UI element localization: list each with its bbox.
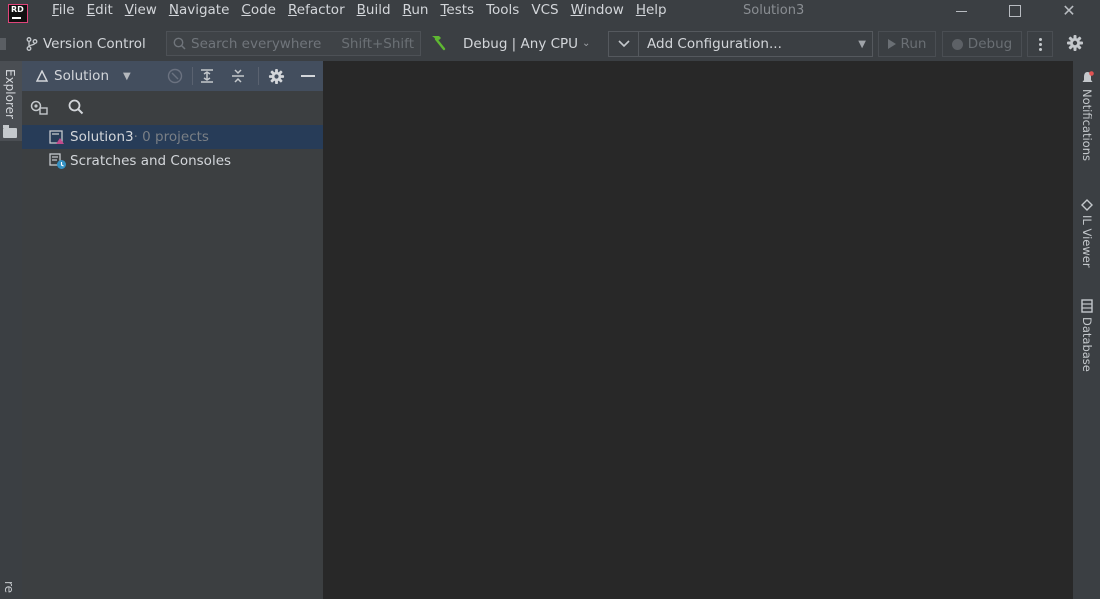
run-button[interactable]: Run (878, 31, 936, 57)
menu-navigate[interactable]: Navigate (163, 0, 236, 26)
version-control-label: Version Control (43, 35, 146, 52)
menu-edit[interactable]: Edit (81, 0, 119, 26)
search-everywhere-input[interactable]: Search everywhere Shift+Shift (166, 31, 421, 56)
menu-help[interactable]: Help (630, 0, 673, 26)
chevron-down-icon: ⌄ (582, 38, 591, 49)
panel-title: Solution (54, 68, 109, 84)
menu-bar: File Edit View Navigate Code Refactor Bu… (46, 0, 673, 26)
window-title: Solution3 (743, 3, 805, 18)
tree-item-label: Scratches and Consoles (70, 153, 232, 169)
toolbar-separator (258, 67, 259, 85)
left-tool-strip: Explorer re (0, 61, 22, 599)
panel-subtoolbar (22, 91, 323, 123)
menu-view[interactable]: View (119, 0, 163, 26)
bug-icon (951, 38, 963, 50)
tree-item-solution[interactable]: Solution3 · 0 projects (22, 125, 323, 149)
editor-area[interactable] (323, 61, 1073, 599)
database-icon (1081, 299, 1093, 313)
explorer-tab-label: Explorer (3, 69, 17, 119)
debug-button[interactable]: Debug (942, 31, 1022, 57)
solution-configuration-dropdown[interactable]: Debug | Any CPU ⌄ (463, 26, 590, 61)
main-toolbar: Version Control Search everywhere Shift+… (0, 26, 1100, 61)
tree-item-scratches[interactable]: Scratches and Consoles (22, 149, 323, 173)
minimize-button[interactable] (938, 0, 984, 22)
solution-icon (49, 130, 64, 144)
explorer-tool-tab[interactable]: Explorer (0, 61, 22, 141)
tree-item-label: Solution3 (70, 129, 134, 145)
build-hammer-icon[interactable] (428, 33, 448, 57)
menu-window[interactable]: Window (565, 0, 630, 26)
close-icon: ✕ (1062, 1, 1076, 20)
database-label: Database (1080, 317, 1094, 372)
more-vertical-icon (1038, 37, 1042, 52)
menu-tools[interactable]: Tools (480, 0, 525, 26)
bottom-tool-tab[interactable]: re (2, 581, 16, 593)
right-tool-strip: Notifications IL Viewer Database (1073, 61, 1100, 599)
toolbar-handle (0, 38, 6, 50)
collapse-all-icon[interactable] (230, 68, 246, 84)
maximize-button[interactable] (992, 0, 1038, 22)
panel-header: Solution ▼ (22, 61, 323, 91)
database-tool-tab[interactable]: Database (1077, 299, 1097, 372)
run-configuration-selector[interactable]: Add Configuration... ▼ (608, 31, 873, 57)
scratches-icon (49, 153, 66, 169)
bell-icon (1082, 71, 1094, 82)
solution-tree: Solution3 · 0 projects Scratches and Con… (22, 125, 323, 173)
il-viewer-label: IL Viewer (1080, 215, 1094, 268)
title-bar: RD File Edit View Navigate Code Refactor… (0, 0, 1100, 26)
dropdown-arrow-icon: ▼ (123, 70, 131, 82)
show-all-files-icon[interactable] (30, 99, 49, 116)
menu-build[interactable]: Build (351, 0, 397, 26)
branch-icon (26, 36, 38, 51)
version-control-button[interactable]: Version Control (26, 26, 146, 61)
debug-label: Debug (967, 36, 1013, 52)
hide-panel-icon[interactable] (301, 75, 315, 77)
menu-refactor[interactable]: Refactor (282, 0, 351, 26)
settings-gear-icon[interactable] (1066, 34, 1084, 56)
search-icon (173, 37, 186, 50)
folder-icon (3, 125, 17, 138)
toolbar-separator (192, 67, 193, 85)
app-logo-icon: RD (8, 3, 28, 23)
more-actions-button[interactable] (1027, 31, 1053, 57)
solution-configuration-label: Debug | Any CPU (463, 35, 579, 52)
il-viewer-icon (1081, 199, 1093, 211)
panel-settings-gear-icon[interactable] (268, 68, 285, 85)
play-icon (887, 39, 896, 49)
tree-item-detail: · 0 projects (133, 129, 209, 145)
menu-run[interactable]: Run (397, 0, 435, 26)
add-configuration-label: Add Configuration... (647, 36, 782, 52)
menu-file[interactable]: File (46, 0, 81, 26)
menu-tests[interactable]: Tests (434, 0, 480, 26)
chevron-down-icon[interactable] (609, 32, 639, 56)
notifications-tool-tab[interactable]: Notifications (1077, 71, 1097, 161)
menu-code[interactable]: Code (235, 0, 282, 26)
menu-vcs[interactable]: VCS (525, 0, 564, 26)
dropdown-arrow-icon: ▼ (858, 38, 866, 50)
notifications-label: Notifications (1080, 89, 1094, 161)
solution-drop-icon (36, 69, 48, 82)
search-icon[interactable] (68, 99, 84, 115)
search-placeholder: Search everywhere (191, 35, 322, 52)
run-label: Run (900, 36, 927, 52)
solution-view-dropdown[interactable]: Solution ▼ (36, 68, 131, 84)
expand-all-icon[interactable] (199, 68, 215, 84)
solution-explorer-panel: Solution ▼ Solution3 · 0 projects Scratc… (22, 61, 323, 599)
close-button[interactable]: ✕ (1046, 0, 1092, 22)
il-viewer-tool-tab[interactable]: IL Viewer (1077, 199, 1097, 268)
search-shortcut: Shift+Shift (341, 35, 414, 52)
cancel-circle-icon[interactable] (167, 68, 183, 84)
